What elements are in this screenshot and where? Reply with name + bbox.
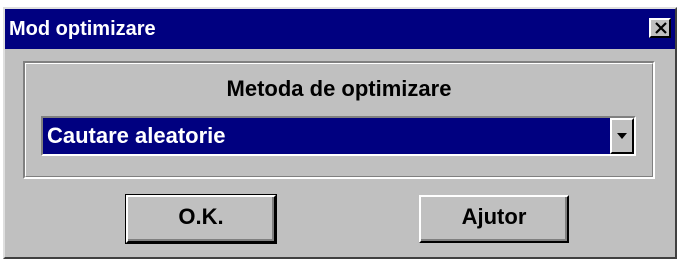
group-label: Metoda de optimizare	[226, 76, 452, 101]
dropdown-button[interactable]	[610, 118, 634, 154]
close-button[interactable]	[649, 18, 671, 38]
dialog-window: Mod optimizare Metoda de optimizare Caut…	[3, 7, 677, 259]
method-select-value: Cautare aleatorie	[47, 123, 226, 148]
chevron-down-icon	[617, 133, 627, 139]
window-title: Mod optimizare	[9, 18, 156, 40]
help-button[interactable]: Ajutor	[419, 195, 569, 243]
title-bar[interactable]: Mod optimizare	[5, 9, 675, 49]
optimization-method-group: Metoda de optimizare Cautare aleatorie	[23, 61, 655, 179]
method-select[interactable]: Cautare aleatorie	[41, 116, 636, 156]
close-icon	[655, 22, 667, 34]
ok-button[interactable]: O.K.	[125, 194, 277, 244]
